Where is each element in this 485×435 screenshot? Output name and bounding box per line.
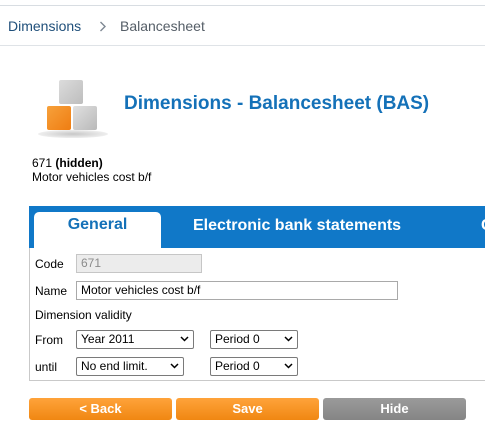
dimension-validity-label: Dimension validity: [35, 308, 132, 322]
from-period-value: Period 0: [215, 332, 260, 346]
back-button[interactable]: < Back: [29, 398, 172, 420]
hide-button[interactable]: Hide: [323, 398, 466, 420]
record-code-value: 671: [32, 156, 53, 170]
until-period-select[interactable]: Period 0: [210, 357, 298, 376]
chevron-down-icon: [180, 336, 189, 342]
from-year-value: Year 2011: [81, 332, 135, 346]
from-period-select[interactable]: Period 0: [210, 330, 298, 349]
until-year-value: No end limit.: [81, 359, 148, 373]
record-code: 671 (hidden): [32, 156, 103, 170]
page-title: Dimensions - Balancesheet (BAS): [124, 93, 430, 114]
tab-bar: General Electronic bank statements C: [29, 206, 485, 248]
name-label: Name: [35, 284, 68, 298]
until-period-value: Period 0: [215, 359, 260, 373]
name-field[interactable]: Motor vehicles cost b/f: [76, 281, 398, 300]
breadcrumb-current: Balancesheet: [120, 18, 205, 34]
tab-overflow[interactable]: C: [481, 211, 485, 248]
until-year-select[interactable]: No end limit.: [76, 357, 184, 376]
record-name: Motor vehicles cost b/f: [32, 170, 152, 184]
breadcrumb: Dimensions Balancesheet: [0, 7, 485, 46]
until-label: until: [35, 360, 58, 374]
from-label: From: [35, 333, 63, 347]
top-divider: [0, 5, 485, 6]
save-button[interactable]: Save: [176, 398, 319, 420]
breadcrumb-dimensions-link[interactable]: Dimensions: [8, 7, 81, 45]
record-status: (hidden): [55, 156, 103, 170]
code-label: Code: [35, 257, 64, 271]
dimensions-logo-icon: [38, 76, 108, 138]
chevron-down-icon: [284, 363, 293, 369]
code-field[interactable]: 671: [76, 254, 202, 273]
chevron-down-icon: [170, 363, 179, 369]
chevron-down-icon: [284, 336, 293, 342]
from-year-select[interactable]: Year 2011: [76, 330, 194, 349]
tab-electronic-bank-statements[interactable]: Electronic bank statements: [193, 211, 401, 248]
chevron-right-icon: [99, 7, 107, 32]
tab-general[interactable]: General: [34, 212, 161, 248]
